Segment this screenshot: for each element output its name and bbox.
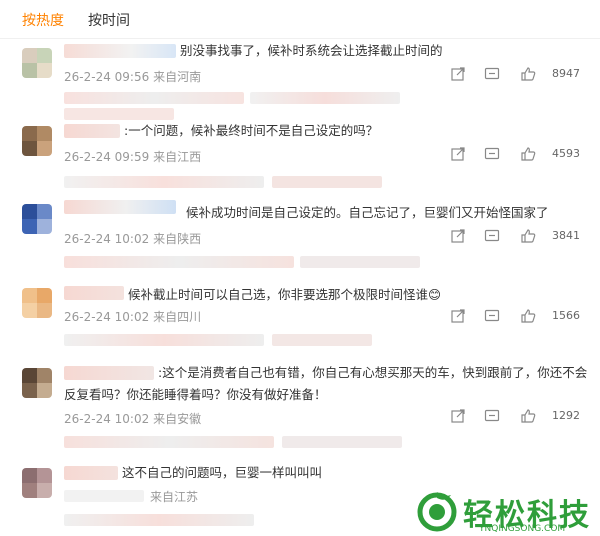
comment-meta: 26-2-24 10:02 来自四川 — [64, 310, 202, 324]
comment-text: 别没事找事了，候补时系统会让选择截止时间的 — [180, 43, 443, 58]
reply-preview-blurred — [282, 436, 402, 448]
reply-preview-blurred — [272, 176, 382, 188]
comment-actions: 4593 — [450, 146, 580, 162]
comment-actions: 8947 — [450, 66, 580, 82]
comment-actions: 1292 — [450, 408, 580, 424]
username-blurred[interactable] — [64, 286, 124, 300]
comment-text: :这个是消费者自己也有错，你自己有心想买那天的车，快到跟前了，你还不会 — [158, 365, 588, 380]
comment-meta-blurred — [64, 490, 144, 502]
watermark-subtitle: YNQINGSONG.COM — [479, 524, 566, 534]
like-icon[interactable] — [520, 308, 536, 324]
avatar[interactable] — [22, 288, 52, 318]
username-blurred[interactable] — [64, 124, 120, 138]
avatar[interactable] — [22, 126, 52, 156]
like-count: 3841 — [552, 229, 580, 242]
share-icon[interactable] — [450, 308, 466, 324]
share-icon[interactable] — [450, 228, 466, 244]
like-count: 8947 — [552, 67, 580, 80]
tab-by-time[interactable]: 按时间 — [88, 10, 130, 30]
comment-actions: 3841 — [450, 228, 580, 244]
avatar[interactable] — [22, 368, 52, 398]
reply-preview-blurred — [64, 436, 274, 448]
like-count: 4593 — [552, 147, 580, 160]
username-blurred[interactable] — [64, 466, 118, 480]
reply-preview-blurred — [64, 92, 244, 104]
watermark-logo-icon — [417, 492, 457, 532]
comment-text: :一个问题，候补最终时间不是自己设定的吗？ — [124, 123, 379, 138]
sort-tabs: 按热度 按时间 — [0, 0, 600, 39]
like-icon[interactable] — [520, 408, 536, 424]
comment-icon[interactable] — [484, 66, 500, 82]
comment-item: 候补成功时间是自己设定的。自己忘记了，巨婴们又开始怪国家了 26-2-24 10… — [0, 200, 600, 276]
like-icon[interactable] — [520, 66, 536, 82]
comment-icon[interactable] — [484, 228, 500, 244]
username-blurred[interactable] — [64, 366, 154, 380]
comment-item: :一个问题，候补最终时间不是自己设定的吗？ 26-2-24 09:59 来自江西… — [0, 123, 600, 194]
comment-text: 候补截止时间可以自己选，你非要选那个极限时间怪谁😊 — [128, 287, 442, 302]
avatar[interactable] — [22, 468, 52, 498]
comment-meta: 26-2-24 09:56 来自河南 — [64, 70, 202, 84]
comment-item: :这个是消费者自己也有错，你自己有心想买那天的车，快到跟前了，你还不会 反复看吗… — [0, 365, 600, 462]
reply-preview-blurred — [272, 334, 372, 346]
like-count: 1566 — [552, 309, 580, 322]
comment-meta: 26-2-24 10:02 来自安徽 — [64, 412, 202, 426]
share-icon[interactable] — [450, 408, 466, 424]
avatar[interactable] — [22, 204, 52, 234]
comment-text: 这不自己的问题吗，巨婴一样叫叫叫 — [122, 465, 323, 480]
like-icon[interactable] — [520, 146, 536, 162]
comment-actions: 1566 — [450, 308, 580, 324]
reply-preview-blurred — [250, 92, 400, 104]
comment-icon[interactable] — [484, 408, 500, 424]
reply-preview-blurred — [64, 334, 264, 346]
comment-icon[interactable] — [484, 146, 500, 162]
reply-preview-blurred — [64, 108, 174, 120]
reply-preview-blurred — [300, 256, 420, 268]
like-icon[interactable] — [520, 228, 536, 244]
username-blurred[interactable] — [64, 200, 176, 214]
like-count: 1292 — [552, 409, 580, 422]
share-icon[interactable] — [450, 146, 466, 162]
site-watermark: 轻松科技 YNQINGSONG.COM — [415, 488, 600, 536]
reply-preview-blurred — [64, 514, 254, 526]
comment-text: 反复看吗？你还能睡得着吗？你没有做好准备！ — [64, 387, 327, 402]
comment-meta: 26-2-24 09:59 来自江西 — [64, 150, 202, 164]
comment-location: 来自江苏 — [150, 490, 199, 504]
comment-item: 候补截止时间可以自己选，你非要选那个极限时间怪谁😊 26-2-24 10:02 … — [0, 286, 600, 356]
username-blurred[interactable] — [64, 44, 176, 58]
comment-meta: 26-2-24 10:02 来自陕西 — [64, 232, 202, 246]
tab-by-hot[interactable]: 按热度 — [22, 10, 64, 30]
reply-preview-blurred — [64, 256, 294, 268]
avatar[interactable] — [22, 48, 52, 78]
comment-icon[interactable] — [484, 308, 500, 324]
comment-text: 候补成功时间是自己设定的。自己忘记了，巨婴们又开始怪国家了 — [186, 205, 549, 220]
comment-item: 别没事找事了，候补时系统会让选择截止时间的 26-2-24 09:56 来自河南… — [0, 43, 600, 120]
share-icon[interactable] — [450, 66, 466, 82]
reply-preview-blurred — [64, 176, 264, 188]
